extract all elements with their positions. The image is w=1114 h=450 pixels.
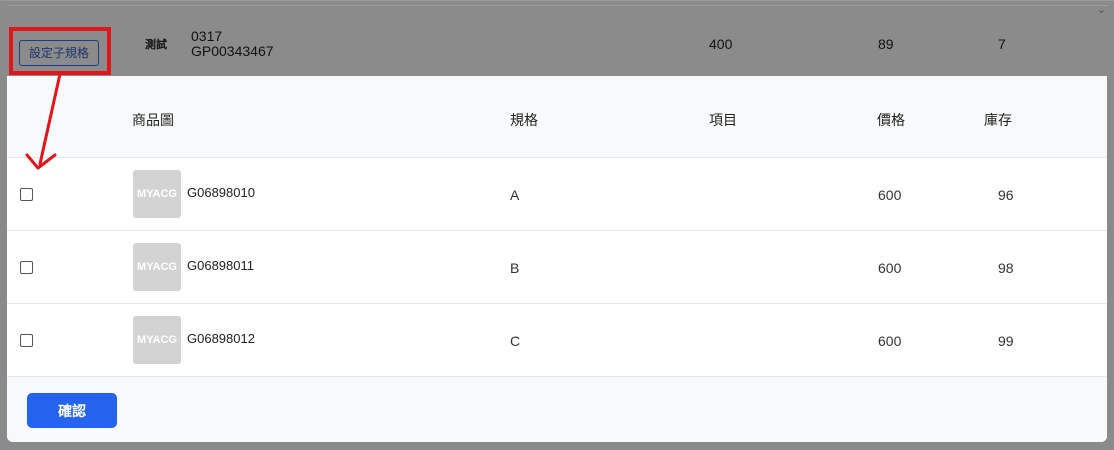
table-row: MYACG G06898010 A 600 96 [7, 158, 1107, 231]
modal-footer: 確認 [7, 376, 1107, 442]
table-row: MYACG G06898012 C 600 99 [7, 304, 1107, 377]
product-info: 0317 GP00343467 [191, 29, 274, 59]
header-item: 項目 [709, 113, 737, 129]
variant-price: 600 [878, 260, 902, 276]
product-code: GP00343467 [191, 43, 274, 59]
product-price: 400 [709, 36, 733, 52]
header-image: 商品圖 [132, 113, 174, 129]
table-header: 商品圖 規格 項目 價格 庫存 [7, 76, 1107, 158]
row-checkbox[interactable] [20, 334, 33, 347]
variant-spec: C [510, 333, 521, 349]
product-thumbnail: MYACG [133, 170, 181, 218]
variant-price: 600 [878, 187, 902, 203]
row-checkbox[interactable] [20, 261, 33, 274]
variant-spec: A [510, 187, 520, 203]
table-row: MYACG G06898011 B 600 98 [7, 231, 1107, 304]
arrow-down-left-icon [25, 72, 62, 170]
variant-code: G06898012 [187, 331, 255, 346]
variant-price: 600 [878, 333, 902, 349]
header-stock: 庫存 [984, 113, 1012, 129]
sub-spec-modal: 商品圖 規格 項目 價格 庫存 MYACG G06898010 A 600 96… [7, 76, 1107, 442]
product-stock: 7 [998, 36, 1006, 52]
product-thumbnail: MYACG [133, 316, 181, 364]
variant-spec: B [510, 260, 520, 276]
background-product-row: ⌄ 設定子規格 測試 0317 GP00343467 400 89 7 [0, 0, 1114, 79]
variant-stock: 99 [998, 333, 1014, 349]
variant-code: G06898011 [187, 258, 254, 273]
divider [8, 5, 1108, 6]
product-thumbnail: MYACG [133, 243, 181, 291]
row-checkbox[interactable] [20, 188, 33, 201]
chevron-down-icon[interactable]: ⌄ [1097, 3, 1106, 16]
header-price: 價格 [877, 113, 905, 129]
variant-stock: 98 [998, 260, 1014, 276]
product-value: 89 [878, 36, 894, 52]
variant-stock: 96 [998, 187, 1014, 203]
header-spec: 規格 [510, 113, 538, 129]
product-name: 0317 [191, 28, 223, 44]
confirm-button[interactable]: 確認 [27, 393, 117, 428]
variant-code: G06898010 [187, 185, 255, 200]
product-tag: 測試 [145, 38, 167, 51]
